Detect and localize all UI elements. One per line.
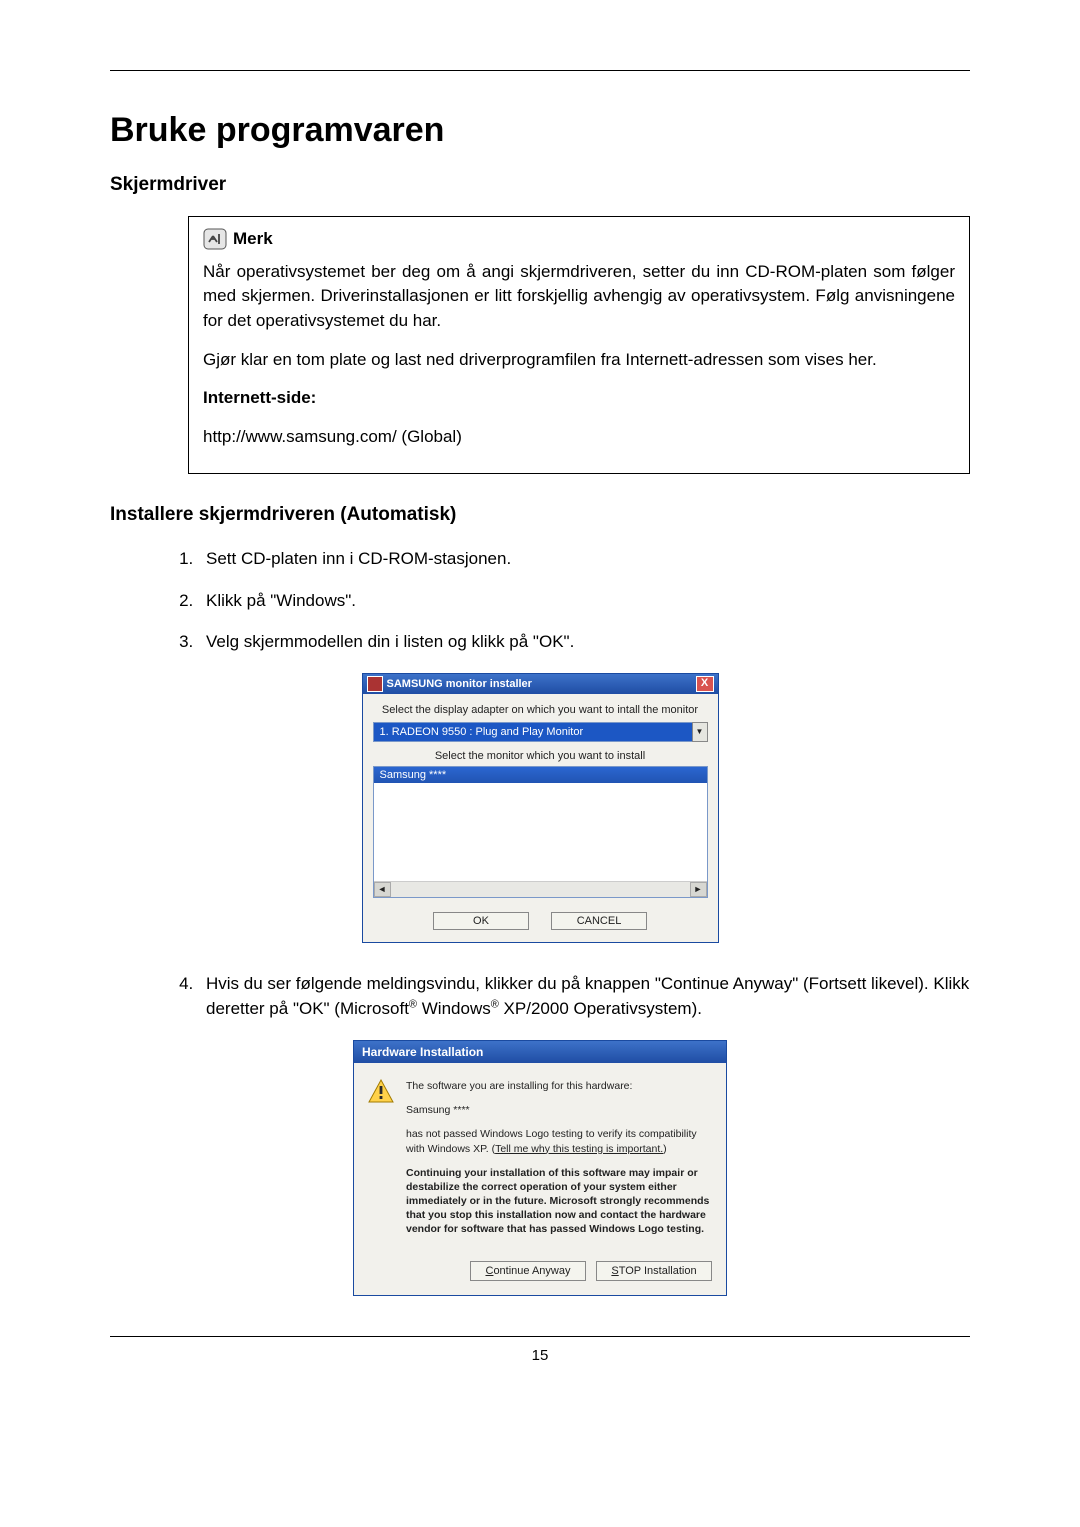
installer-title-text: SAMSUNG monitor installer — [387, 678, 532, 690]
note-paragraph-1: Når operativsystemet ber deg om å angi s… — [203, 260, 955, 334]
hw-dialog-titlebar: Hardware Installation — [354, 1041, 726, 1063]
continue-anyway-button[interactable]: Continue Anyway — [470, 1261, 586, 1281]
ok-button[interactable]: OK — [433, 912, 529, 930]
hw-line-intro: The software you are installing for this… — [406, 1079, 712, 1093]
monitor-listbox[interactable]: Samsung **** ◄ ► — [373, 766, 708, 898]
note-header: Merk — [203, 227, 955, 252]
warning-icon — [368, 1079, 394, 1103]
cancel-button[interactable]: CANCEL — [551, 912, 647, 930]
monitor-list-selected-item[interactable]: Samsung **** — [374, 767, 707, 783]
page-number: 15 — [110, 1347, 970, 1364]
stop-installation-button[interactable]: STOP Installation — [596, 1261, 712, 1281]
section-heading-skjermdriver: Skjermdriver — [110, 174, 970, 196]
top-horizontal-rule — [110, 70, 970, 71]
installer-app-icon — [367, 676, 383, 692]
note-paragraph-2: Gjør klar en tom plate og last ned drive… — [203, 348, 955, 373]
page-title: Bruke programvaren — [110, 111, 970, 150]
installer-prompt-monitor: Select the monitor which you want to ins… — [373, 750, 708, 762]
hw-testing-link[interactable]: Tell me why this testing is important. — [495, 1143, 663, 1155]
note-internet-label: Internett-side: — [203, 388, 316, 407]
step-1: Sett CD-platen inn i CD-ROM-stasjonen. — [198, 546, 970, 572]
registered-mark: ® — [409, 999, 417, 1011]
note-title: Merk — [233, 227, 273, 252]
hw-logo-testing-line: has not passed Windows Logo testing to v… — [406, 1127, 712, 1155]
horizontal-scrollbar[interactable]: ◄ ► — [374, 881, 707, 897]
section-heading-install-auto: Installere skjermdriveren (Automatisk) — [110, 504, 970, 526]
step-4: Hvis du ser følgende meldingsvindu, klik… — [198, 971, 970, 1022]
note-icon — [203, 228, 227, 250]
steps-list: Sett CD-platen inn i CD-ROM-stasjonen. K… — [198, 546, 970, 655]
scroll-right-icon[interactable]: ► — [690, 882, 707, 897]
hardware-installation-dialog: Hardware Installation The software you a… — [353, 1040, 727, 1296]
chevron-down-icon[interactable]: ▼ — [692, 722, 708, 742]
registered-mark: ® — [491, 999, 499, 1011]
steps-list-continued: Hvis du ser følgende meldingsvindu, klik… — [198, 971, 970, 1022]
step-3: Velg skjermmodellen din i listen og klik… — [198, 629, 970, 655]
hw-warning-paragraph: Continuing your installation of this sof… — [406, 1166, 712, 1237]
bottom-horizontal-rule — [110, 1336, 970, 1337]
samsung-installer-dialog: SAMSUNG monitor installer X Select the d… — [362, 673, 719, 943]
scroll-left-icon[interactable]: ◄ — [374, 882, 391, 897]
hw-device-name: Samsung **** — [406, 1103, 712, 1117]
installer-titlebar: SAMSUNG monitor installer X — [363, 674, 718, 694]
close-icon[interactable]: X — [696, 676, 714, 692]
adapter-dropdown[interactable]: 1. RADEON 9550 : Plug and Play Monitor — [373, 722, 708, 742]
note-box: Merk Når operativsystemet ber deg om å a… — [188, 216, 970, 474]
installer-prompt-adapter: Select the display adapter on which you … — [373, 704, 708, 716]
step-2: Klikk på "Windows". — [198, 588, 970, 614]
note-url: http://www.samsung.com/ (Global) — [203, 425, 955, 450]
